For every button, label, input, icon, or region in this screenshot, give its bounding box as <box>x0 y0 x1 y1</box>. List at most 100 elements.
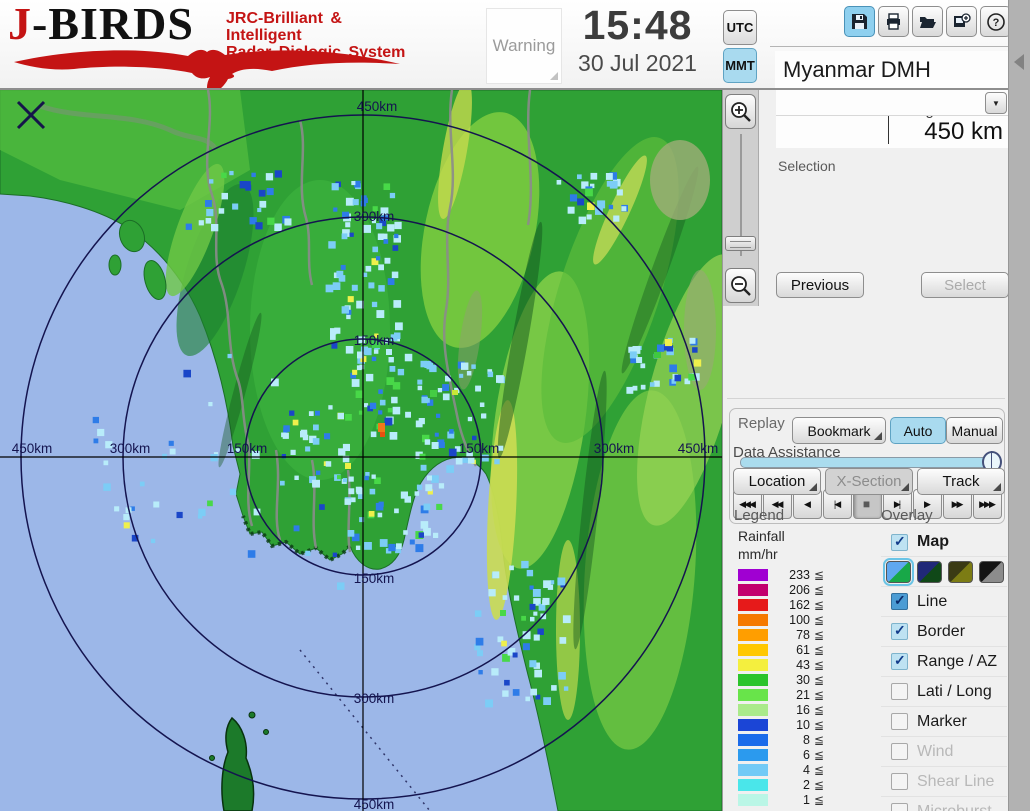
control-panel: Range 450 km Selection Yangon ▼ Surface … <box>722 90 1008 811</box>
legend-row: 2 ≦ <box>738 777 848 792</box>
zoom-out-button[interactable] <box>725 268 756 303</box>
overlay-checkbox[interactable] <box>891 803 908 811</box>
data-assistance-label: Data Assistance <box>733 444 841 461</box>
help-button[interactable]: ? <box>980 6 1011 37</box>
svg-text:450km: 450km <box>12 441 53 456</box>
collapse-arrow-icon <box>1014 54 1024 70</box>
data-assistance-button[interactable]: Track <box>917 468 1005 495</box>
radar-map[interactable]: 450km 300km 150km 150km 300km 450km 450k… <box>0 90 722 811</box>
save-icon <box>850 12 869 31</box>
capture-button[interactable] <box>946 6 977 37</box>
legend-label: Legend <box>734 507 784 524</box>
legend-lte-symbol: ≦ <box>814 778 824 792</box>
legend-value: 2 <box>774 778 810 792</box>
header-divider <box>770 46 1010 47</box>
overlay-item[interactable]: Range / AZ <box>881 646 1007 676</box>
clock-time: 15:48 <box>555 2 720 48</box>
jbirds-logo: J-BIRDS JRC-Brilliant & Intelligent Rada… <box>8 2 408 88</box>
legend-value: 21 <box>774 688 810 702</box>
overlay-items: Line Border Range / AZ Lati / Lo <box>881 586 1007 811</box>
warning-button[interactable]: Warning <box>486 8 562 84</box>
svg-text:300km: 300km <box>354 691 395 706</box>
selection-dropdown[interactable]: ▼ <box>776 90 1009 116</box>
overlay-item[interactable]: Line <box>881 586 1007 616</box>
legend-row: 10 ≦ <box>738 717 848 732</box>
logo-j: J <box>8 0 32 49</box>
legend-unit-2: mm/hr <box>738 546 778 562</box>
chevron-down-icon[interactable]: ▼ <box>985 92 1007 114</box>
save-button[interactable] <box>844 6 875 37</box>
clock: 15:48 30 Jul 2021 <box>555 2 720 78</box>
legend-lte-symbol: ≦ <box>814 613 824 627</box>
panel-collapse-strip[interactable] <box>1008 0 1030 811</box>
legend-color-swatch <box>738 734 768 746</box>
overlay-checkbox[interactable] <box>891 773 908 790</box>
svg-text:150km: 150km <box>354 333 395 348</box>
overlay-item[interactable]: Microburst <box>881 796 1007 811</box>
map-zoom-gutter <box>723 90 759 306</box>
legend-value: 16 <box>774 703 810 717</box>
legend-color-swatch <box>738 779 768 791</box>
svg-text:150km: 150km <box>354 571 395 586</box>
print-button[interactable] <box>878 6 909 37</box>
legend-row: 206 ≦ <box>738 582 848 597</box>
map-style-swatch[interactable] <box>948 561 973 583</box>
svg-text:?: ? <box>992 17 999 29</box>
legend-value: 206 <box>774 583 810 597</box>
mmt-button[interactable]: MMT <box>723 48 757 83</box>
svg-text:150km: 150km <box>459 441 500 456</box>
help-icon: ? <box>986 12 1006 32</box>
overlay-checkbox[interactable] <box>891 743 908 760</box>
print-icon <box>884 12 903 31</box>
utc-button[interactable]: UTC <box>723 10 757 45</box>
data-assistance-button[interactable]: X-Section <box>825 468 913 495</box>
map-checkbox[interactable] <box>891 534 908 551</box>
select-button[interactable]: Select <box>921 272 1009 298</box>
manual-button[interactable]: Manual <box>946 417 1003 444</box>
map-zoom-slider-handle[interactable] <box>725 236 756 251</box>
auto-button[interactable]: Auto <box>890 417 946 444</box>
data-assistance-button[interactable]: Location <box>733 468 821 495</box>
overlay-item[interactable]: Lati / Long <box>881 676 1007 706</box>
legend-row: 6 ≦ <box>738 747 848 762</box>
overlay-checkbox[interactable] <box>891 623 908 640</box>
overlay-checkbox[interactable] <box>891 713 908 730</box>
open-folder-button[interactable] <box>912 6 943 37</box>
map-style-swatch[interactable] <box>979 561 1004 583</box>
overlay-item[interactable]: Shear Line <box>881 766 1007 796</box>
legend-color-swatch <box>738 749 768 761</box>
legend-color-swatch <box>738 764 768 776</box>
legend-color-swatch <box>738 614 768 626</box>
legend-value: 78 <box>774 628 810 642</box>
overlay-label: Overlay <box>881 507 933 524</box>
legend-value: 8 <box>774 733 810 747</box>
overlay-item[interactable]: Border <box>881 616 1007 646</box>
map-style-swatch[interactable] <box>886 561 911 583</box>
legend-value: 30 <box>774 673 810 687</box>
legend-lte-symbol: ≦ <box>814 688 824 702</box>
overlay-item[interactable]: Marker <box>881 706 1007 736</box>
map-style-swatch[interactable] <box>917 561 942 583</box>
overlay-checkbox[interactable] <box>891 683 908 700</box>
legend-lte-symbol: ≦ <box>814 673 824 687</box>
legend-lte-symbol: ≦ <box>814 748 824 762</box>
svg-text:300km: 300km <box>110 441 151 456</box>
legend-color-swatch <box>738 674 768 686</box>
svg-text:150km: 150km <box>227 441 268 456</box>
toolbar: ? <box>844 6 1011 37</box>
overlay-item[interactable]: Wind <box>881 736 1007 766</box>
overlay-checkbox[interactable] <box>891 593 908 610</box>
legend-color-swatch <box>738 644 768 656</box>
replay-label: Replay <box>738 415 785 432</box>
zoom-out-icon <box>730 275 752 297</box>
overlay-checkbox[interactable] <box>891 653 908 670</box>
zoom-in-button[interactable] <box>725 94 756 129</box>
previous-button[interactable]: Previous <box>776 272 864 298</box>
overlay-item-map[interactable]: Map <box>881 528 1007 556</box>
legend-unit-1: Rainfall <box>738 528 785 544</box>
svg-text:450km: 450km <box>354 797 395 811</box>
bookmark-button[interactable]: Bookmark <box>792 417 886 444</box>
legend-color-swatch <box>738 689 768 701</box>
range-value: 450 km <box>924 118 1003 146</box>
legend-row: 30 ≦ <box>738 672 848 687</box>
